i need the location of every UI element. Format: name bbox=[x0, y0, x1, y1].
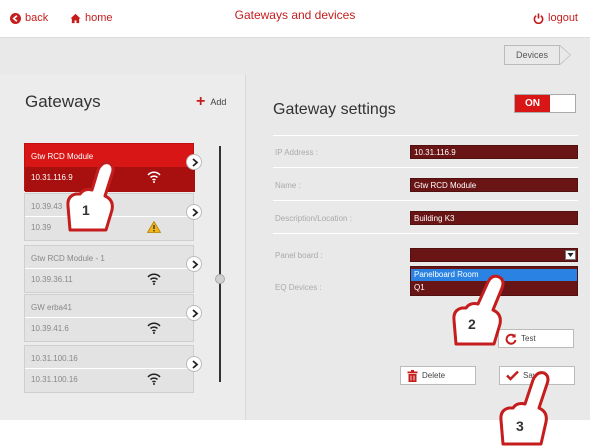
trash-icon bbox=[407, 369, 418, 382]
gateway-open-button[interactable] bbox=[186, 305, 202, 321]
gateway-card[interactable]: Gtw RCD Module - 1 10.39.36.11 bbox=[24, 245, 195, 293]
bottom-bar bbox=[0, 420, 590, 448]
gateway-card[interactable]: Gtw RCD Module 10.31.116.9 bbox=[24, 143, 195, 192]
gateway-name: 10.31.100.16 bbox=[31, 354, 78, 363]
wifi-icon bbox=[147, 273, 161, 285]
logout-button[interactable]: logout bbox=[533, 12, 578, 24]
add-label: Add bbox=[210, 97, 227, 107]
panel-board-option[interactable]: Panelboard Room bbox=[411, 269, 577, 281]
save-label: Save bbox=[523, 371, 542, 380]
gateway-open-button[interactable] bbox=[186, 256, 202, 272]
description-field[interactable]: Building K3 bbox=[410, 211, 578, 225]
checkmark-icon bbox=[506, 370, 519, 381]
gateway-ip: 10.39.36.11 bbox=[31, 275, 73, 284]
name-field[interactable]: Gtw RCD Module bbox=[410, 178, 578, 192]
eq-devices-label: EQ Devices : bbox=[275, 283, 322, 292]
home-button[interactable]: home bbox=[70, 12, 113, 24]
toggle-on-label: ON bbox=[515, 95, 550, 112]
chevron-right-icon bbox=[192, 360, 199, 369]
gateway-open-button[interactable] bbox=[186, 356, 202, 372]
back-label: back bbox=[25, 12, 49, 24]
panel-board-option[interactable]: Q1 bbox=[411, 282, 577, 294]
top-bar: back home Gateways and devices logout bbox=[0, 0, 590, 38]
wifi-icon bbox=[147, 373, 161, 385]
gateway-settings-title: Gateway settings bbox=[273, 101, 396, 118]
refresh-icon bbox=[505, 333, 517, 345]
wifi-icon bbox=[147, 322, 161, 334]
panel-board-select[interactable] bbox=[410, 248, 578, 262]
gateway-name: 10.39.43 bbox=[31, 202, 63, 211]
panel-board-label: Panel board : bbox=[275, 251, 323, 260]
card-divider bbox=[25, 317, 195, 318]
card-divider bbox=[25, 368, 195, 369]
gateway-ip: 10.31.116.9 bbox=[31, 173, 73, 182]
delete-label: Delete bbox=[422, 371, 446, 380]
home-label: home bbox=[85, 12, 113, 24]
chevron-down-icon bbox=[567, 253, 574, 257]
divider bbox=[273, 200, 578, 201]
ip-address-field[interactable]: 10.31.116.9 bbox=[410, 145, 578, 159]
gateway-ip: 10.39.41.6 bbox=[31, 324, 69, 333]
test-button[interactable]: Test bbox=[498, 329, 574, 348]
divider bbox=[273, 233, 578, 234]
gateway-card[interactable]: 10.31.100.16 10.31.100.16 bbox=[24, 345, 195, 393]
gateway-enable-toggle[interactable]: ON bbox=[514, 94, 576, 113]
plus-icon: + bbox=[196, 93, 206, 110]
divider bbox=[273, 167, 578, 168]
gateway-card[interactable]: 10.39.43 10.39 bbox=[24, 193, 195, 241]
gateway-list-scrollbar[interactable] bbox=[219, 146, 221, 382]
card-divider bbox=[25, 216, 195, 217]
gateway-name: Gtw RCD Module - 1 bbox=[31, 254, 105, 263]
breadcrumb-arrow-fill bbox=[560, 46, 570, 64]
panel-board-options: Panelboard Room Q1 bbox=[410, 266, 578, 296]
gateway-name: Gtw RCD Module bbox=[31, 152, 94, 161]
description-label: Description/Location : bbox=[275, 214, 352, 223]
back-arrow-icon bbox=[10, 12, 21, 24]
ip-address-label: IP Address : bbox=[275, 148, 318, 157]
gateway-open-button[interactable] bbox=[186, 204, 202, 220]
save-button[interactable]: Save bbox=[499, 366, 575, 385]
gateway-open-button[interactable] bbox=[186, 154, 202, 170]
gateway-ip: 10.31.100.16 bbox=[31, 375, 78, 384]
test-label: Test bbox=[521, 334, 536, 343]
home-icon bbox=[70, 13, 81, 23]
gateway-name: GW erba41 bbox=[31, 303, 72, 312]
name-label: Name : bbox=[275, 181, 301, 190]
divider bbox=[273, 135, 578, 136]
warning-icon bbox=[147, 221, 161, 233]
gateway-ip: 10.39 bbox=[31, 223, 52, 232]
back-button[interactable]: back bbox=[10, 12, 48, 24]
breadcrumb[interactable]: Devices bbox=[504, 45, 560, 65]
dropdown-button[interactable] bbox=[565, 250, 576, 260]
wifi-icon bbox=[147, 171, 161, 183]
scrollbar-thumb[interactable] bbox=[215, 274, 225, 284]
card-divider bbox=[25, 268, 195, 269]
delete-button[interactable]: Delete bbox=[400, 366, 476, 385]
gateways-title: Gateways bbox=[25, 92, 101, 111]
power-icon bbox=[533, 12, 544, 24]
gateway-card[interactable]: GW erba41 10.39.41.6 bbox=[24, 294, 195, 342]
chevron-right-icon bbox=[192, 260, 199, 269]
logout-label: logout bbox=[548, 12, 578, 24]
chevron-right-icon bbox=[192, 208, 199, 217]
chevron-right-icon bbox=[192, 309, 199, 318]
add-gateway-button[interactable]: + Add bbox=[196, 93, 227, 110]
chevron-right-icon bbox=[192, 158, 199, 167]
